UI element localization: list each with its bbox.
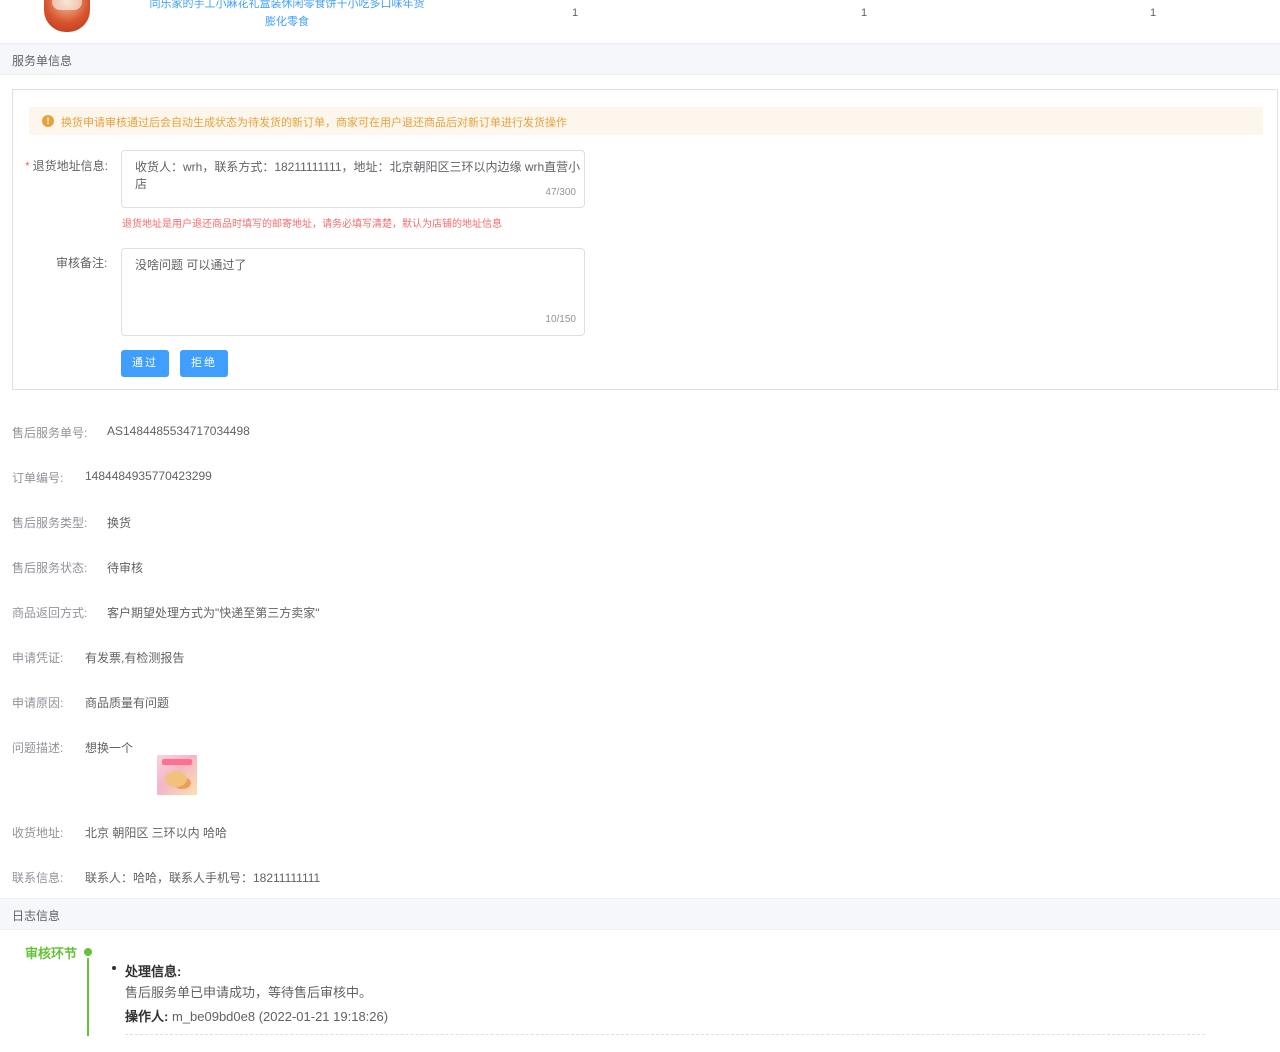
log-operator-value: m_be09bd0e8 (2022-01-21 19:18:26)	[171, 1009, 389, 1024]
log-info-header: 日志信息	[0, 898, 1280, 930]
return-address-counter: 47/300	[545, 187, 576, 198]
remark-counter: 10/150	[545, 314, 576, 325]
exchange-alert: ! 换货申请审核通过后会自动生成状态为待发货的新订单，商家可在用户退还商品后对新…	[29, 107, 1263, 135]
log-bullet	[112, 966, 116, 970]
reject-button[interactable]: 拒绝	[180, 350, 228, 377]
info-value: 想换一个	[85, 741, 134, 755]
log-title: 处理信息:	[125, 964, 182, 979]
warning-icon: !	[42, 115, 54, 127]
info-label: 售后服务类型:	[12, 516, 88, 530]
info-label: 联系信息:	[12, 871, 64, 885]
service-info-header: 服务单信息	[0, 43, 1280, 75]
timeline-line	[87, 958, 89, 1036]
info-label: 售后服务状态:	[12, 561, 88, 575]
info-value: 待审核	[107, 561, 144, 575]
info-value: 北京 朝阳区 三环以内 哈哈	[85, 826, 228, 840]
product-thumbnail[interactable]	[44, 0, 90, 32]
product-return-quantity: 1	[861, 7, 868, 19]
log-divider	[125, 1034, 1205, 1035]
info-value: 有发票,有检测报告	[85, 651, 185, 665]
approve-button[interactable]: 通过	[121, 350, 169, 377]
log-operator: 操作人: m_be09bd0e8 (2022-01-21 19:18:26)	[125, 1006, 388, 1025]
remark-value: 没啥问题 可以通过了	[135, 258, 247, 272]
return-address-textarea[interactable]: 收货人：wrh，联系方式：18211111111，地址：北京朝阳区三环以内边缘 …	[121, 150, 585, 208]
remark-label: 审核备注:	[56, 256, 108, 270]
info-value: AS1484485534717034498	[107, 424, 250, 438]
info-label: 问题描述:	[12, 741, 64, 755]
product-exchange-quantity: 1	[1150, 7, 1157, 19]
service-info-title: 服务单信息	[12, 54, 73, 68]
info-value: 换货	[107, 516, 132, 530]
info-label: 申请凭证:	[12, 651, 64, 665]
return-address-hint: 退货地址是用户退还商品时填写的邮寄地址，请务必填写清楚，默认为店铺的地址信息	[122, 219, 502, 230]
required-mark: *	[25, 159, 30, 173]
product-quantity: 1	[572, 7, 579, 19]
log-stage: 审核环节	[25, 946, 78, 961]
info-value: 联系人：哈哈，联系人手机号：18211111111	[85, 871, 321, 885]
timeline-dot	[84, 948, 92, 956]
info-value: 商品质量有问题	[85, 696, 170, 710]
description-image[interactable]	[157, 755, 197, 795]
info-label: 订单编号:	[12, 471, 64, 485]
info-value: 客户期望处理方式为"快递至第三方卖家"	[107, 606, 320, 620]
log-message: 售后服务单已申请成功，等待售后审核中。	[125, 985, 373, 1000]
info-label: 商品返回方式:	[12, 606, 88, 620]
remark-textarea[interactable]: 没啥问题 可以通过了 10/150	[121, 248, 585, 336]
info-label: 收货地址:	[12, 826, 64, 840]
review-form: ! 换货申请审核通过后会自动生成状态为待发货的新订单，商家可在用户退还商品后对新…	[12, 89, 1278, 390]
log-operator-label: 操作人:	[125, 1009, 169, 1024]
info-label: 售后服务单号:	[12, 426, 88, 440]
alert-text: 换货申请审核通过后会自动生成状态为待发货的新订单，商家可在用户退还商品后对新订单…	[61, 117, 567, 129]
product-row: 同乐家的手工小麻花礼盒装休闲零食饼干小吃多口味年货膨化零食 1 1 1	[0, 0, 1280, 44]
info-label: 申请原因:	[12, 696, 64, 710]
return-address-value: 收货人：wrh，联系方式：18211111111，地址：北京朝阳区三环以内边缘 …	[135, 160, 581, 191]
info-value: 1484484935770423299	[85, 469, 212, 483]
product-name-link[interactable]: 同乐家的手工小麻花礼盒装休闲零食饼干小吃多口味年货膨化零食	[148, 0, 426, 31]
log-info-title: 日志信息	[12, 909, 61, 923]
return-address-label: * 退货地址信息:	[25, 159, 109, 173]
